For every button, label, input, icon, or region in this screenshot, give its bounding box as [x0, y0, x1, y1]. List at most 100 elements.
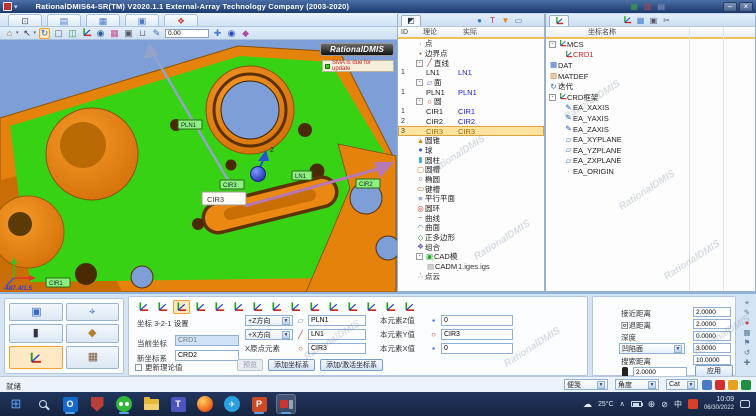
orbit-ball-button[interactable]: ◉: [226, 28, 237, 39]
field-value[interactable]: [693, 355, 731, 365]
align-method-9-button[interactable]: [287, 300, 304, 314]
grid-small-button[interactable]: ▦: [636, 16, 645, 25]
taskbar-app-powerpoint[interactable]: P: [249, 394, 269, 414]
align-method-10-button[interactable]: [306, 300, 323, 314]
expand-icon[interactable]: -: [416, 79, 423, 86]
side-target-button[interactable]: ⌖: [743, 298, 752, 307]
colors-tab[interactable]: ❖: [164, 14, 198, 26]
network-icon[interactable]: ⊕: [648, 399, 656, 410]
taskbar-clock[interactable]: 10:09 06/30/2022: [704, 396, 734, 412]
taskbar-app-teams[interactable]: T: [168, 394, 188, 414]
align-method-6-button[interactable]: [230, 300, 247, 314]
element-value-field[interactable]: [441, 329, 513, 340]
align-method-3-button[interactable]: [173, 300, 190, 314]
probe-paint-button[interactable]: ✎: [151, 28, 162, 39]
ime-indicator[interactable]: 中: [674, 399, 682, 410]
coord-tab[interactable]: [549, 15, 569, 26]
element-field[interactable]: [308, 329, 366, 340]
axes-small-button[interactable]: [623, 15, 632, 26]
machine-model-button[interactable]: ▦: [66, 346, 120, 369]
feature-label-ln1[interactable]: LN1: [292, 171, 312, 180]
battery-icon[interactable]: [631, 401, 642, 407]
shield-tool-button[interactable]: ▼: [501, 16, 510, 25]
element-field[interactable]: [308, 315, 366, 326]
surface-type-select[interactable]: 凹陷面▼: [619, 343, 685, 354]
display-tab[interactable]: ▣: [125, 14, 159, 26]
align-method-15-button[interactable]: [401, 300, 418, 314]
pan-cross-button[interactable]: ✚: [212, 28, 223, 39]
display-link-icon[interactable]: ▥: [644, 2, 652, 11]
monitor-tool-button[interactable]: ▭: [514, 16, 523, 25]
update-theory-checkbox[interactable]: 更新理论值: [135, 362, 183, 373]
minimize-button[interactable]: –: [723, 2, 737, 12]
camera-button[interactable]: ▣: [123, 28, 134, 39]
expand-icon[interactable]: -: [416, 253, 423, 260]
align-method-4-button[interactable]: [192, 300, 209, 314]
align-method-11-button[interactable]: [325, 300, 342, 314]
viewport-3d[interactable]: 2 PLN1 CIR3 LN1 CIR2 CIR1: [0, 40, 397, 292]
side-grid-button[interactable]: ▦: [743, 328, 752, 337]
home-caret-icon[interactable]: ▾: [16, 30, 19, 36]
chevron-down-icon[interactable]: ▼: [597, 381, 605, 389]
status-select-2[interactable]: 角度▼: [615, 379, 659, 390]
status-select-3[interactable]: Cat▼: [666, 379, 698, 390]
probe-hand-button[interactable]: ◆: [66, 324, 120, 342]
element-value-field[interactable]: [441, 343, 513, 354]
pointer-caret-icon[interactable]: ▾: [34, 30, 37, 36]
exit-green-button[interactable]: [741, 380, 751, 390]
align-method-12-button[interactable]: [344, 300, 361, 314]
tray-expand-icon[interactable]: ∧: [620, 400, 625, 408]
rotate-view-button[interactable]: ↻: [39, 28, 50, 39]
taskbar-app-firefox[interactable]: [195, 394, 215, 414]
field-value[interactable]: [693, 331, 731, 341]
side-plus-button[interactable]: ✚: [743, 358, 752, 367]
taskbar-app-rationaldmis[interactable]: [276, 394, 296, 414]
view-layout-button[interactable]: [702, 380, 712, 390]
align-method-2-button[interactable]: [154, 300, 171, 314]
features-tab[interactable]: ◩: [401, 15, 421, 26]
element-value-field[interactable]: [441, 315, 513, 326]
feature-row-面[interactable]: -▱面: [398, 78, 544, 88]
machine-link-icon[interactable]: ▦: [630, 2, 638, 11]
zoom-value-field[interactable]: [165, 29, 209, 38]
feature-row-CIR2[interactable]: 2CIR2CIR2: [398, 117, 544, 127]
taskbar-app-telegram[interactable]: ✈: [222, 394, 242, 414]
marquee-select-button[interactable]: ▢: [53, 28, 64, 39]
feature-row-直线[interactable]: -╱直线: [398, 58, 544, 68]
view-cube-button[interactable]: ◫: [67, 28, 78, 39]
chevron-down-icon[interactable]: ▼: [282, 317, 290, 325]
status-select-1[interactable]: 便笺▼: [564, 379, 608, 390]
添加/激活坐标系-button[interactable]: 添加/激活坐标系: [320, 359, 383, 371]
expand-icon[interactable]: -: [416, 98, 423, 105]
eye-ball-button[interactable]: ●: [475, 16, 484, 25]
time-clock-button[interactable]: [728, 380, 738, 390]
notification-center-icon[interactable]: [740, 400, 750, 408]
expand-icon[interactable]: -: [549, 41, 556, 48]
align-method-1-button[interactable]: [135, 300, 152, 314]
table-tab[interactable]: ▦: [86, 14, 120, 26]
feature-label-pln1[interactable]: PLN1: [178, 120, 202, 129]
taskbar-app-defender[interactable]: [87, 394, 107, 414]
document-tab[interactable]: ▤: [47, 14, 81, 26]
home-button[interactable]: ⌂: [4, 28, 15, 39]
taskbar-app-wechat[interactable]: [114, 394, 134, 414]
field-value[interactable]: [693, 343, 731, 353]
chevron-down-icon[interactable]: ▼: [282, 331, 290, 339]
添加坐标系-button[interactable]: 添加坐标系: [268, 359, 315, 371]
feature-row-CAD模型[interactable]: -▣CAD模型: [398, 252, 544, 262]
feature-row-点云[interactable]: ∴点云: [398, 272, 544, 282]
chevron-down-icon[interactable]: ▼: [674, 345, 682, 353]
new-coord-field[interactable]: [175, 350, 239, 361]
element-field[interactable]: [308, 343, 366, 354]
text-tool-button[interactable]: T: [488, 16, 497, 25]
weather-icon[interactable]: ☁: [583, 399, 592, 410]
alert-icon[interactable]: [688, 399, 698, 409]
side-record-button[interactable]: ●: [743, 318, 752, 327]
align-method-14-button[interactable]: [382, 300, 399, 314]
camera-small-button[interactable]: ▣: [649, 16, 658, 25]
record-red-button[interactable]: [715, 380, 725, 390]
paint-bucket-button[interactable]: ◆: [240, 28, 251, 39]
output-tab[interactable]: ⊡: [8, 14, 42, 26]
axes-triad-button[interactable]: [81, 28, 92, 39]
side-undo-button[interactable]: ↺: [743, 348, 752, 357]
